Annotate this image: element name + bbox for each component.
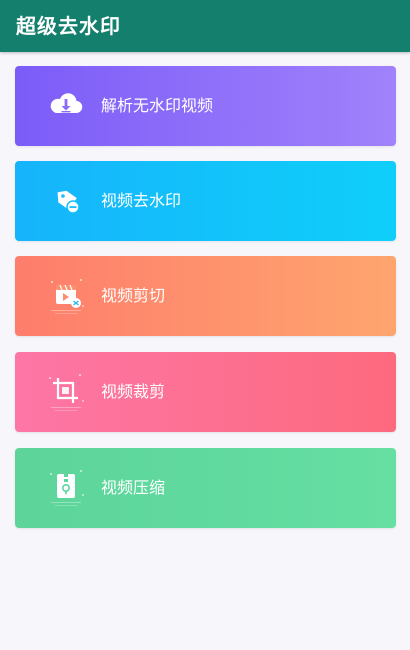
- app-bar: 超级去水印: [0, 0, 410, 52]
- feature-label: 视频裁剪: [101, 382, 166, 401]
- tag-minus-icon: [43, 177, 89, 223]
- video-clip-icon: [43, 272, 89, 318]
- app-title: 超级去水印: [16, 14, 121, 38]
- feature-label: 视频剪切: [101, 286, 166, 305]
- feature-card-video-crop[interactable]: 视频裁剪: [15, 352, 396, 432]
- cloud-download-icon: [43, 82, 89, 128]
- feature-card-remove-watermark[interactable]: 视频去水印: [15, 161, 396, 241]
- file-zip-icon: [43, 464, 89, 510]
- feature-label: 视频压缩: [101, 478, 166, 497]
- feature-label: 解析无水印视频: [101, 96, 214, 115]
- feature-card-video-compress[interactable]: 视频压缩: [15, 448, 396, 528]
- feature-label: 视频去水印: [101, 191, 182, 210]
- feature-card-parse-video[interactable]: 解析无水印视频: [15, 66, 396, 146]
- crop-icon: [43, 368, 89, 414]
- feature-card-video-clip[interactable]: 视频剪切: [15, 256, 396, 336]
